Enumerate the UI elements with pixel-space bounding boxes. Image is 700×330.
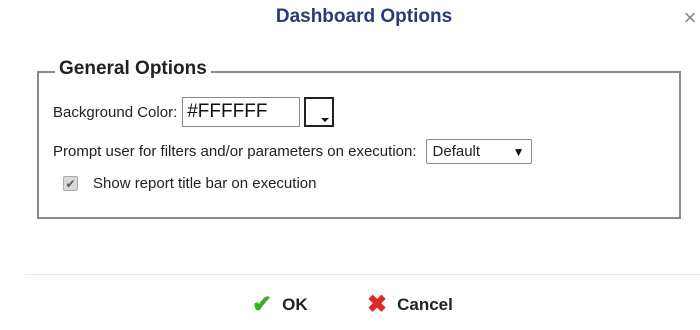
color-picker-button[interactable]	[304, 97, 335, 127]
show-title-label: Show report title bar on execution	[93, 175, 317, 192]
checkmark-icon: ✔	[65, 176, 76, 191]
ok-label: OK	[282, 295, 308, 314]
chevron-down-icon	[321, 118, 330, 122]
general-options-legend: General Options	[55, 58, 211, 80]
cancel-button[interactable]: ✖ Cancel	[367, 291, 453, 319]
show-title-row: ✔ Show report title bar on execution	[63, 175, 316, 192]
background-color-label: Background Color:	[53, 103, 178, 121]
cancel-label: Cancel	[397, 295, 453, 314]
background-color-row: Background Color:	[53, 97, 335, 127]
general-options-group: General Options Background Color: Prompt…	[37, 58, 681, 219]
show-title-checkbox[interactable]: ✔	[63, 176, 78, 191]
dialog-titlebar: Dashboard Options ×	[0, 0, 700, 38]
prompt-user-select[interactable]: Default ▼	[425, 139, 532, 164]
background-color-input[interactable]	[182, 97, 301, 127]
prompt-user-label: Prompt user for filters and/or parameter…	[53, 143, 417, 160]
dropdown-arrow-icon: ▼	[512, 144, 525, 159]
prompt-user-row: Prompt user for filters and/or parameter…	[53, 139, 532, 164]
ok-button[interactable]: ✔ OK	[252, 291, 308, 319]
dashboard-options-dialog: Dashboard Options × General Options Back…	[0, 0, 700, 330]
footer-divider	[25, 274, 700, 275]
dialog-title: Dashboard Options	[275, 6, 453, 27]
prompt-user-selected: Default	[432, 143, 481, 160]
x-icon: ✖	[367, 291, 388, 318]
close-icon[interactable]: ×	[680, 7, 700, 29]
checkmark-icon: ✔	[252, 291, 273, 318]
